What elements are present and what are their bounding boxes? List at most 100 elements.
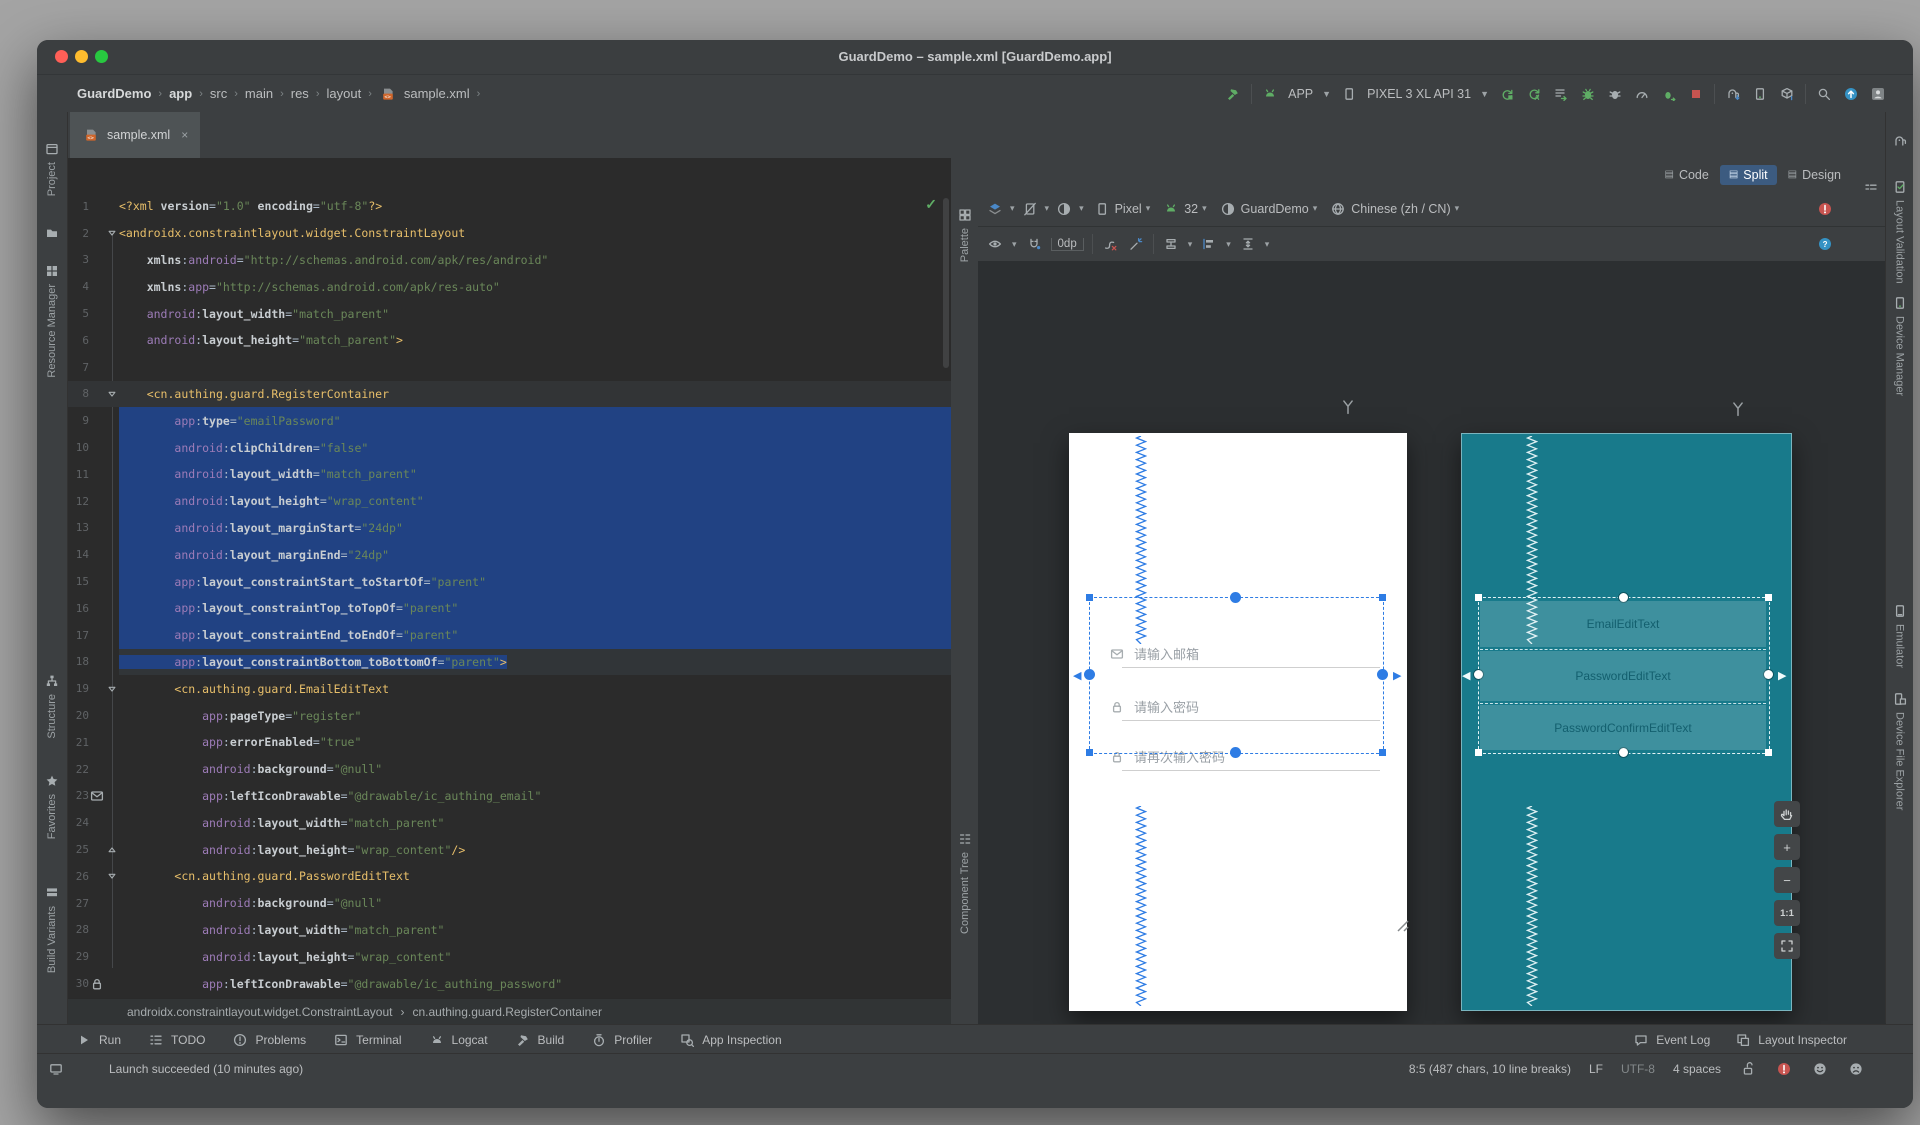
fold-marker[interactable]	[105, 870, 119, 882]
code-line-4[interactable]: 4 xmlns:app="http://schemas.android.com/…	[67, 273, 951, 300]
code-line-25[interactable]: 25 android:layout_height="wrap_content"/…	[67, 836, 951, 863]
stripe-item-layout-validation[interactable]: Layout Validation	[1886, 178, 1913, 284]
code-line-14[interactable]: 14 android:layout_marginEnd="24dp"	[67, 541, 951, 568]
selection-handle[interactable]	[1765, 594, 1772, 601]
code-line-28[interactable]: 28 android:layout_width="match_parent"	[67, 917, 951, 944]
code-line-20[interactable]: 20 app:pageType="register"	[67, 702, 951, 729]
code-line-8[interactable]: 8 <cn.authing.guard.RegisterContainer	[67, 381, 951, 408]
theme-select[interactable]: GuardDemo▾	[1216, 200, 1321, 218]
selection-handle[interactable]	[1377, 669, 1388, 680]
breadcrumb-item-src[interactable]: src	[210, 86, 227, 101]
code-line-13[interactable]: 13 android:layout_marginStart="24dp"	[67, 515, 951, 542]
render-errors-icon[interactable]	[1816, 200, 1834, 218]
file-encoding[interactable]: UTF-8	[1621, 1062, 1655, 1076]
lock-open-icon[interactable]	[1739, 1060, 1757, 1078]
feedback-frown-icon[interactable]	[1847, 1060, 1865, 1078]
zoom-plus-button[interactable]: +	[1774, 834, 1800, 860]
caret-position[interactable]: 8:5 (487 chars, 10 line breaks)	[1409, 1062, 1571, 1076]
default-margins-select[interactable]: 0dp	[1051, 238, 1084, 251]
api-version[interactable]: 32▾	[1159, 200, 1209, 218]
feedback-smile-icon[interactable]	[1811, 1060, 1829, 1078]
profiler-gauge-button-icon[interactable]	[1633, 85, 1651, 103]
code-line-17[interactable]: 17 app:layout_constraintEnd_toEndOf="par…	[67, 622, 951, 649]
toolwindow-button-todo[interactable]: TODO	[147, 1031, 205, 1049]
chevron-down-icon[interactable]: ▼	[1322, 89, 1331, 99]
editor-scrollbar[interactable]	[943, 198, 949, 368]
code-line-10[interactable]: 10 android:clipChildren="false"	[67, 434, 951, 461]
toolwindow-button-terminal[interactable]: Terminal	[332, 1031, 401, 1049]
code-line-9[interactable]: 9 app:type="emailPassword"	[67, 407, 951, 434]
selection-handle[interactable]	[1084, 669, 1095, 680]
toolwindow-button-problems[interactable]: Problems	[231, 1031, 306, 1049]
toolwindow-button-profiler[interactable]: Profiler	[590, 1031, 652, 1049]
run-tasks-button-icon[interactable]	[1552, 85, 1570, 103]
code-line-26[interactable]: 26 <cn.authing.guard.PasswordEditText	[67, 863, 951, 890]
code-line-2[interactable]: 2<androidx.constraintlayout.widget.Const…	[67, 220, 951, 247]
code-line-30[interactable]: 30 app:leftIconDrawable="@drawable/ic_au…	[67, 970, 951, 997]
fold-marker[interactable]	[105, 388, 119, 400]
design-surface-select-icon[interactable]	[986, 200, 1004, 218]
zoom-minus-button[interactable]: −	[1774, 867, 1800, 893]
stripe-item-gradle[interactable]	[1886, 132, 1913, 150]
update-button-icon[interactable]	[1842, 85, 1860, 103]
component-tree-stripe-button[interactable]: Component Tree	[952, 830, 978, 934]
code-line-7[interactable]: 7	[67, 354, 951, 381]
attach-debugger-button-icon[interactable]	[1606, 85, 1624, 103]
breadcrumb-item-app[interactable]: app	[169, 86, 192, 101]
stripe-item-project[interactable]: Project	[37, 140, 67, 196]
search-button-icon[interactable]	[1815, 85, 1833, 103]
fold-marker[interactable]	[105, 683, 119, 695]
stripe-item-device-manager[interactable]: Device Manager	[1886, 294, 1913, 396]
avatar-button-icon[interactable]	[1869, 85, 1887, 103]
clear-constraints-button-icon[interactable]	[1101, 235, 1119, 253]
code-line-1[interactable]: 1<?xml version="1.0" encoding="utf-8"?>	[67, 193, 951, 220]
stripe-item-device-file-explorer[interactable]: Device File Explorer	[1886, 690, 1913, 810]
code-line-29[interactable]: 29 android:layout_height="wrap_content"	[67, 943, 951, 970]
blueprint-widget-1[interactable]: EmailEditText	[1480, 601, 1766, 647]
breadcrumb-item-res[interactable]: res	[291, 86, 309, 101]
locale-select[interactable]: Chinese (zh / CN)▾	[1326, 200, 1462, 218]
code-line-12[interactable]: 12 android:layout_height="wrap_content"	[67, 488, 951, 515]
infer-constraints-button-icon[interactable]	[1127, 235, 1145, 253]
code-line-21[interactable]: 21 app:errorEnabled="true"	[67, 729, 951, 756]
run-configuration-select[interactable]: APP	[1288, 87, 1313, 101]
toolwindow-button-run[interactable]: Run	[75, 1031, 121, 1049]
xml-breadcrumb-item[interactable]: cn.authing.guard.RegisterContainer	[413, 1005, 602, 1019]
code-line-23[interactable]: 23 app:leftIconDrawable="@drawable/ic_au…	[67, 783, 951, 810]
code-line-24[interactable]: 24 android:layout_width="match_parent"	[67, 809, 951, 836]
code-line-5[interactable]: 5 android:layout_width="match_parent"	[67, 300, 951, 327]
tab-sample-xml[interactable]: <> sample.xml ×	[70, 112, 200, 158]
code-line-27[interactable]: 27 android:background="@null"	[67, 890, 951, 917]
stripe-item-build-variants[interactable]: Build Variants	[37, 884, 67, 973]
xml-breadcrumb-item[interactable]: androidx.constraintlayout.widget.Constra…	[127, 1005, 393, 1019]
code-line-6[interactable]: 6 android:layout_height="match_parent">	[67, 327, 951, 354]
debug-button-icon[interactable]	[1579, 85, 1597, 103]
blueprint-widget-2[interactable]: PasswordEditText	[1480, 651, 1766, 701]
gradle-sync-button-icon[interactable]	[1724, 85, 1742, 103]
view-options-icon[interactable]	[986, 235, 1004, 253]
selection-handle[interactable]	[1230, 592, 1241, 603]
toolwindow-button-app-inspection[interactable]: App Inspection	[678, 1031, 781, 1049]
selection-handle[interactable]	[1086, 594, 1093, 601]
night-mode-select-icon[interactable]	[1055, 200, 1073, 218]
device-for-preview[interactable]: Pixel▾	[1090, 200, 1154, 218]
code-line-22[interactable]: 22 android:background="@null"	[67, 756, 951, 783]
device-manager-button-icon[interactable]	[1751, 85, 1769, 103]
close-tab-icon[interactable]: ×	[181, 128, 188, 142]
error-indicator-icon[interactable]	[1775, 1060, 1793, 1078]
toolwindow-switcher-icon[interactable]	[47, 1060, 65, 1078]
blueprint-widget-3[interactable]: PasswordConfirmEditText	[1480, 705, 1766, 750]
code-editor[interactable]: 1<?xml version="1.0" encoding="utf-8"?>2…	[67, 158, 951, 998]
stripe-item-favorites[interactable]: Favorites	[37, 772, 67, 839]
build-button-icon[interactable]	[1224, 85, 1242, 103]
stripe-item-emulator[interactable]: Emulator	[1886, 602, 1913, 668]
design-canvas[interactable]: +−1:1 请输入邮箱请输入密码请再次输入密码◀▶◀▶EmailEditText…	[978, 261, 1886, 1024]
autoconnect-toggle-icon[interactable]	[1025, 235, 1043, 253]
stripe-item-resource-manager[interactable]: Resource Manager	[37, 262, 67, 378]
align-button-icon[interactable]	[1200, 235, 1218, 253]
help-button-icon[interactable]: ?	[1816, 235, 1834, 253]
selection-handle[interactable]	[1086, 749, 1093, 756]
palette-stripe-button[interactable]: Palette	[952, 206, 978, 262]
code-line-18[interactable]: 18 app:layout_constraintBottom_toBottomO…	[67, 649, 951, 676]
zoom-fit-button[interactable]	[1774, 933, 1800, 959]
